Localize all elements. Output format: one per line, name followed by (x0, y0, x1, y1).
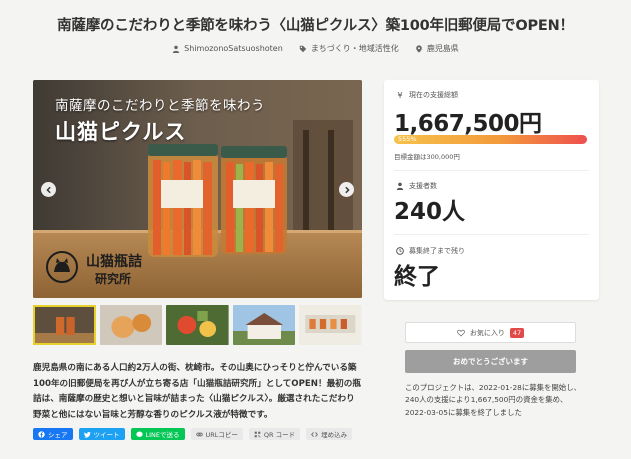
favorite-button[interactable]: お気に入り 47 (405, 322, 576, 343)
thumbnail-4[interactable] (232, 305, 296, 345)
remaining-label: 募集終了まで残り (409, 247, 465, 255)
cat-logo-icon (46, 251, 78, 283)
project-meta: ShimozonoSatsuoshoten まちづくり・地域活性化 鹿児島県 (0, 43, 631, 54)
map-pin-icon (416, 44, 422, 53)
page-title: 南薩摩のこだわりと季節を味わう〈山猫ピクルス〉築100年旧郵便局でOPEN！ (57, 18, 574, 34)
project-description: 鹿児島県の南にある人口約2万人の街、枕崎市。その山奥にひっそりと佇んでいる築10… (33, 363, 361, 420)
yen-icon: ¥ (397, 90, 403, 100)
logo-text-line1: 山猫瓶詰 (86, 254, 142, 270)
thumbnail-image (232, 305, 296, 345)
hero-image-slider[interactable]: 南薩摩のこだわりと季節を味わう 山猫ピクルス 山猫瓶詰 研究所 (33, 80, 362, 298)
remaining-value: 終了 (394, 264, 440, 290)
thumbnail-image (99, 305, 163, 345)
share-buttons: シェア ツイート LINEで送る URLコピー QR コード 埋め込み (33, 428, 353, 440)
tag-icon (299, 45, 307, 52)
author-item[interactable]: ShimozonoSatsuoshoten (172, 43, 283, 54)
logo-text-line2: 研究所 (95, 272, 132, 286)
author-name: ShimozonoSatsuoshoten (184, 44, 283, 53)
divider (394, 234, 589, 235)
line-icon (135, 431, 143, 437)
supporters-label: 支援者数 (409, 182, 437, 190)
twitter-share-button[interactable]: ツイート (78, 428, 125, 440)
chevron-left-icon (45, 186, 51, 193)
total-amount: 1,667,500円 (394, 111, 542, 137)
progress-text: 555% (398, 135, 417, 143)
funding-panel: ¥ 現在の支援総額 1,667,500円 555% 目標金額は300,000円 … (384, 80, 599, 300)
user-icon (172, 45, 180, 53)
category-label: まちづくり・地域活性化 (310, 44, 399, 53)
link-icon (195, 432, 203, 436)
qr-code-button[interactable]: QR コード (248, 428, 301, 440)
thumbnail-1[interactable] (33, 305, 96, 345)
facebook-share-label: シェア (48, 431, 68, 439)
line-share-button[interactable]: LINEで送る (130, 428, 185, 440)
line-share-label: LINEで送る (145, 431, 180, 439)
user-icon (396, 182, 404, 190)
heart-icon (456, 329, 465, 337)
code-icon (311, 431, 319, 437)
facebook-share-button[interactable]: シェア (33, 428, 73, 440)
twitter-icon (83, 431, 91, 438)
supporters-count: 240人 (394, 199, 466, 225)
url-copy-button[interactable]: URLコピー (190, 428, 243, 440)
category-item[interactable]: まちづくり・地域活性化 (299, 43, 399, 54)
project-closing-note: このプロジェクトは、2022-01-28に募集を開始し、240人の支援により1,… (405, 383, 581, 417)
thumbnail-2[interactable] (99, 305, 163, 345)
thumbnail-image (33, 305, 96, 345)
thumbnail-image (299, 305, 362, 345)
thumbnail-5[interactable] (299, 305, 362, 345)
thumbnail-image (166, 305, 229, 345)
hero-product-name: 山猫ピクルス (55, 119, 187, 144)
total-label-row: ¥ 現在の支援総額 (396, 90, 458, 100)
chevron-right-icon (344, 186, 350, 193)
favorite-label: お気に入り (469, 328, 505, 337)
congratulations-button[interactable]: おめでとうございます (405, 350, 576, 373)
thumbnail-strip (33, 305, 362, 345)
divider (394, 170, 589, 171)
qr-code-label: QR コード (263, 431, 296, 439)
thumbnail-3[interactable] (166, 305, 229, 345)
twitter-share-label: ツイート (93, 431, 120, 439)
url-copy-label: URLコピー (205, 431, 238, 439)
hero-tagline: 南薩摩のこだわりと季節を味わう (55, 98, 265, 114)
favorite-count-badge: 47 (509, 327, 525, 338)
clock-icon (396, 247, 404, 255)
slider-prev-button[interactable] (41, 182, 56, 197)
supporters-label-row: 支援者数 (396, 181, 437, 191)
qr-code-icon (254, 431, 261, 437)
remaining-label-row: 募集終了まで残り (396, 246, 465, 256)
facebook-icon (38, 430, 45, 438)
location-item[interactable]: 鹿児島県 (415, 43, 459, 54)
embed-label: 埋め込み (321, 431, 348, 439)
embed-button[interactable]: 埋め込み (306, 428, 353, 440)
total-label: 現在の支援総額 (409, 91, 458, 99)
slider-next-button[interactable] (339, 182, 354, 197)
location-label: 鹿児島県 (426, 44, 459, 53)
goal-amount: 目標金額は300,000円 (394, 153, 460, 161)
progress-bar: 555% (394, 135, 587, 144)
